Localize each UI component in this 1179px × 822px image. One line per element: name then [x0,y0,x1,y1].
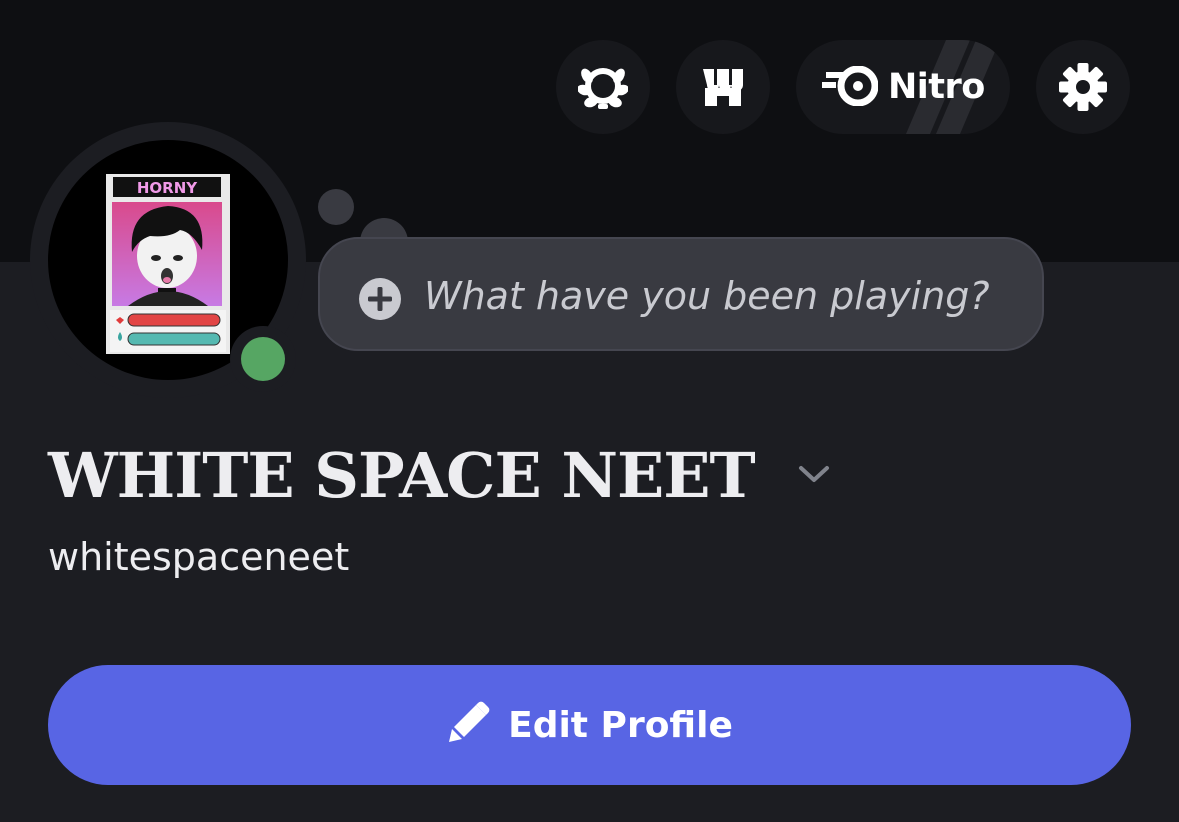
chevron-down-icon[interactable] [796,462,832,490]
shop-button[interactable] [676,40,770,134]
display-name: WHITE SPACE NEET [48,439,756,512]
thought-bubble-dot-small [318,189,354,225]
add-circle-icon [358,277,402,325]
activity-status-bubble[interactable]: What have you been playing? [318,237,1044,351]
settings-button[interactable] [1036,40,1130,134]
edit-profile-button[interactable]: Edit Profile [48,665,1131,785]
laurel-wreath-icon [578,64,628,110]
avatar-card-label: HORNY [137,179,198,197]
activity-prompt: What have you been playing? [424,274,990,318]
nitro-label: Nitro [888,67,985,107]
username: whitespaceneet [48,535,350,579]
edit-profile-label: Edit Profile [508,704,733,746]
gear-icon [1058,62,1108,112]
quests-button[interactable] [556,40,650,134]
shop-storefront-icon [701,66,745,108]
online-status-indicator [241,337,285,381]
nitro-icon [822,66,878,106]
nitro-button[interactable]: Nitro [796,40,1010,134]
pencil-icon [446,701,490,749]
